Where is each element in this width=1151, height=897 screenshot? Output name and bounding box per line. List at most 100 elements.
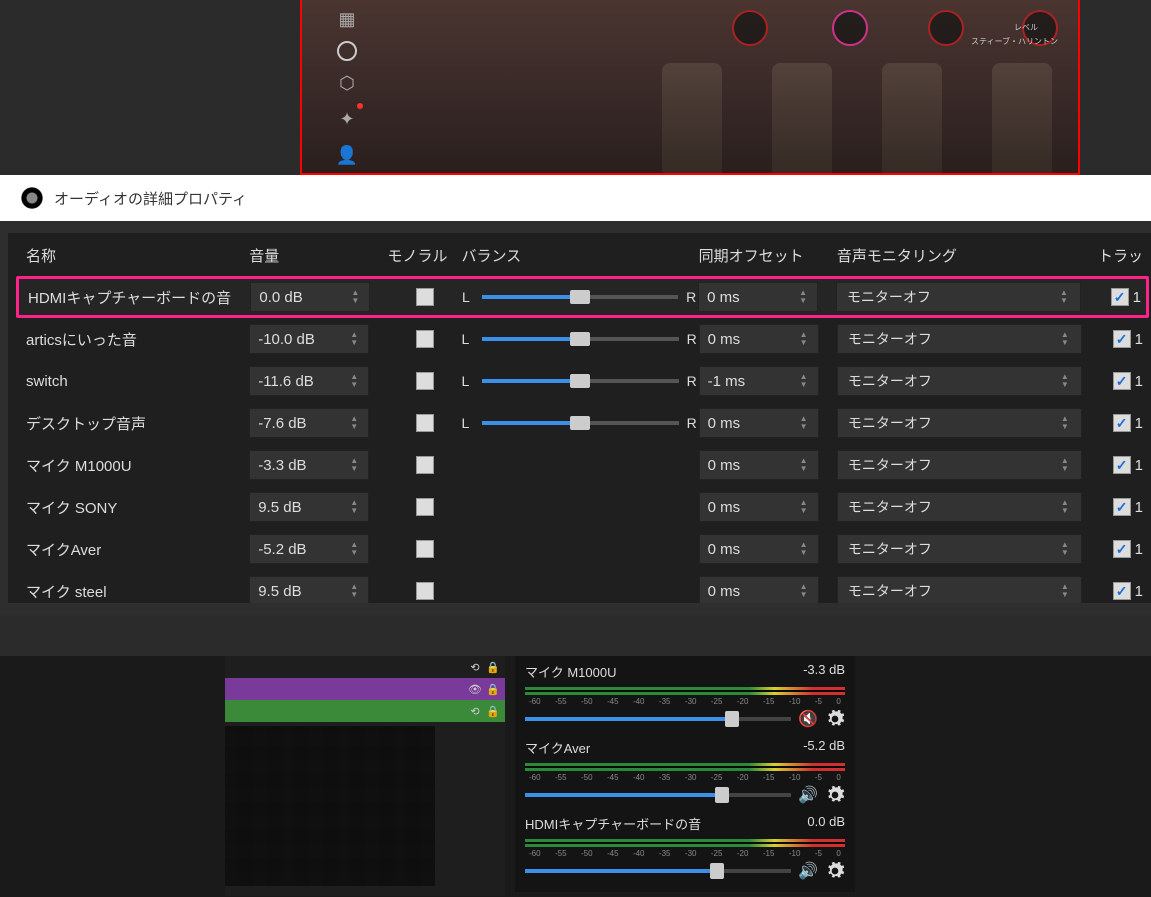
volume-spinbox[interactable]: 9.5 dB▲▼ [249,576,369,603]
spinbox-arrows-icon[interactable]: ▲▼ [350,495,364,519]
dropdown-arrows-icon[interactable]: ▲▼ [1061,581,1075,601]
spinbox-arrows-icon[interactable]: ▲▼ [800,537,814,561]
dropdown-arrows-icon[interactable]: ▲▼ [1060,287,1074,307]
spinbox-arrows-icon[interactable]: ▲▼ [800,453,814,477]
track-1-checkbox[interactable] [1113,456,1131,474]
mono-checkbox[interactable] [416,456,434,474]
volume-slider[interactable] [525,717,791,721]
monitoring-dropdown[interactable]: モニターオフ▲▼ [837,534,1082,564]
obs-icon [20,186,44,210]
spinbox-arrows-icon[interactable]: ▲▼ [350,579,364,603]
mono-checkbox[interactable] [416,288,434,306]
track-1-checkbox[interactable] [1113,414,1131,432]
spinbox-arrows-icon[interactable]: ▲▼ [350,369,364,393]
source-name: マイク SONY [22,497,249,518]
source-row[interactable]: ⟲🔒 [225,656,505,678]
offset-spinbox[interactable]: 0 ms▲▼ [699,324,819,354]
volume-spinbox[interactable]: -10.0 dB▲▼ [249,324,369,354]
source-row[interactable]: ⟲🔒 [225,700,505,722]
balance-slider[interactable] [482,379,679,383]
volume-spinbox[interactable]: -3.3 dB▲▼ [249,450,369,480]
spinbox-arrows-icon[interactable]: ▲▼ [799,285,813,309]
lock-icon[interactable]: 🔒 [485,659,501,675]
speaker-icon[interactable]: 🔊 [797,784,819,806]
spinbox-arrows-icon[interactable]: ▲▼ [351,285,365,309]
track-1-checkbox[interactable] [1113,372,1131,390]
dropdown-arrows-icon[interactable]: ▲▼ [1061,497,1075,517]
track-1-checkbox[interactable] [1113,498,1131,516]
alert-icon[interactable]: ✦ [333,105,361,133]
game-character [772,63,832,173]
mono-checkbox[interactable] [416,582,434,600]
volume-slider[interactable] [525,793,791,797]
track-1-label: 1 [1135,499,1143,516]
grid-icon[interactable]: ▦ [333,5,361,33]
spinbox-arrows-icon[interactable]: ▲▼ [800,369,814,393]
speaker-muted-icon[interactable]: 🔇 [797,708,819,730]
spinbox-arrows-icon[interactable]: ▲▼ [350,537,364,561]
spinbox-arrows-icon[interactable]: ▲▼ [350,411,364,435]
refresh-icon[interactable]: ⟲ [467,659,483,675]
spinbox-arrows-icon[interactable]: ▲▼ [800,411,814,435]
mono-checkbox[interactable] [416,414,434,432]
dropdown-arrows-icon[interactable]: ▲▼ [1061,413,1075,433]
refresh-icon[interactable]: ⟲ [467,703,483,719]
spinbox-arrows-icon[interactable]: ▲▼ [800,327,814,351]
dialog-titlebar[interactable]: オーディオの詳細プロパティ [0,175,1151,221]
game-preview: ▦ ⬡ ✦ 👤 レベル スティーブ・ハリントン [300,0,1080,175]
offset-spinbox[interactable]: -1 ms▲▼ [699,366,819,396]
balance-slider[interactable] [482,295,678,299]
mono-checkbox[interactable] [416,330,434,348]
balance-slider[interactable] [482,337,679,341]
dropdown-arrows-icon[interactable]: ▲▼ [1061,455,1075,475]
balance-slider[interactable] [482,421,679,425]
dropdown-arrows-icon[interactable]: ▲▼ [1061,329,1075,349]
track-1-checkbox[interactable] [1111,288,1129,306]
gear-icon[interactable] [825,785,845,805]
volume-slider[interactable] [525,869,791,873]
monitoring-dropdown[interactable]: モニターオフ▲▼ [837,408,1082,438]
audio-row: HDMIキャプチャーボードの音 0.0 dB▲▼ L R 0 ms▲▼ モニター… [16,276,1149,318]
speaker-icon[interactable]: 🔊 [797,860,819,882]
hex-icon[interactable]: ⬡ [333,69,361,97]
spinbox-arrows-icon[interactable]: ▲▼ [350,327,364,351]
offset-spinbox[interactable]: 0 ms▲▼ [699,450,819,480]
mono-checkbox[interactable] [416,372,434,390]
source-row[interactable]: 👁🔒 [225,678,505,700]
mono-checkbox[interactable] [416,498,434,516]
offset-spinbox[interactable]: 0 ms▲▼ [698,282,818,312]
monitoring-dropdown[interactable]: モニターオフ▲▼ [837,324,1082,354]
lock-icon[interactable]: 🔒 [485,703,501,719]
dropdown-arrows-icon[interactable]: ▲▼ [1061,539,1075,559]
volume-spinbox[interactable]: -11.6 dB▲▼ [249,366,369,396]
track-1-checkbox[interactable] [1113,540,1131,558]
offset-spinbox[interactable]: 0 ms▲▼ [699,492,819,522]
header-tracks: トラッ [1094,245,1143,266]
eye-icon[interactable]: 👁 [467,681,483,697]
monitoring-dropdown[interactable]: モニターオフ▲▼ [837,492,1082,522]
monitoring-dropdown[interactable]: モニターオフ▲▼ [837,366,1082,396]
volume-spinbox[interactable]: 9.5 dB▲▼ [249,492,369,522]
monitoring-dropdown[interactable]: モニターオフ▲▼ [837,576,1082,603]
lock-icon[interactable]: 🔒 [485,681,501,697]
person-icon[interactable]: 👤 [333,141,361,169]
volume-spinbox[interactable]: -7.6 dB▲▼ [249,408,369,438]
ring-icon[interactable] [337,41,357,61]
mono-checkbox[interactable] [416,540,434,558]
volume-spinbox[interactable]: 0.0 dB▲▼ [250,282,370,312]
spinbox-arrows-icon[interactable]: ▲▼ [800,579,814,603]
spinbox-arrows-icon[interactable]: ▲▼ [800,495,814,519]
spinbox-arrows-icon[interactable]: ▲▼ [350,453,364,477]
monitoring-dropdown[interactable]: モニターオフ▲▼ [837,450,1082,480]
monitoring-dropdown[interactable]: モニターオフ▲▼ [836,282,1081,312]
track-1-checkbox[interactable] [1113,330,1131,348]
volume-spinbox[interactable]: -5.2 dB▲▼ [249,534,369,564]
offset-spinbox[interactable]: 0 ms▲▼ [699,408,819,438]
gear-icon[interactable] [825,861,845,881]
source-name: マイク steel [22,581,249,602]
track-1-checkbox[interactable] [1113,582,1131,600]
dropdown-arrows-icon[interactable]: ▲▼ [1061,371,1075,391]
offset-spinbox[interactable]: 0 ms▲▼ [699,534,819,564]
offset-spinbox[interactable]: 0 ms▲▼ [699,576,819,603]
gear-icon[interactable] [825,709,845,729]
